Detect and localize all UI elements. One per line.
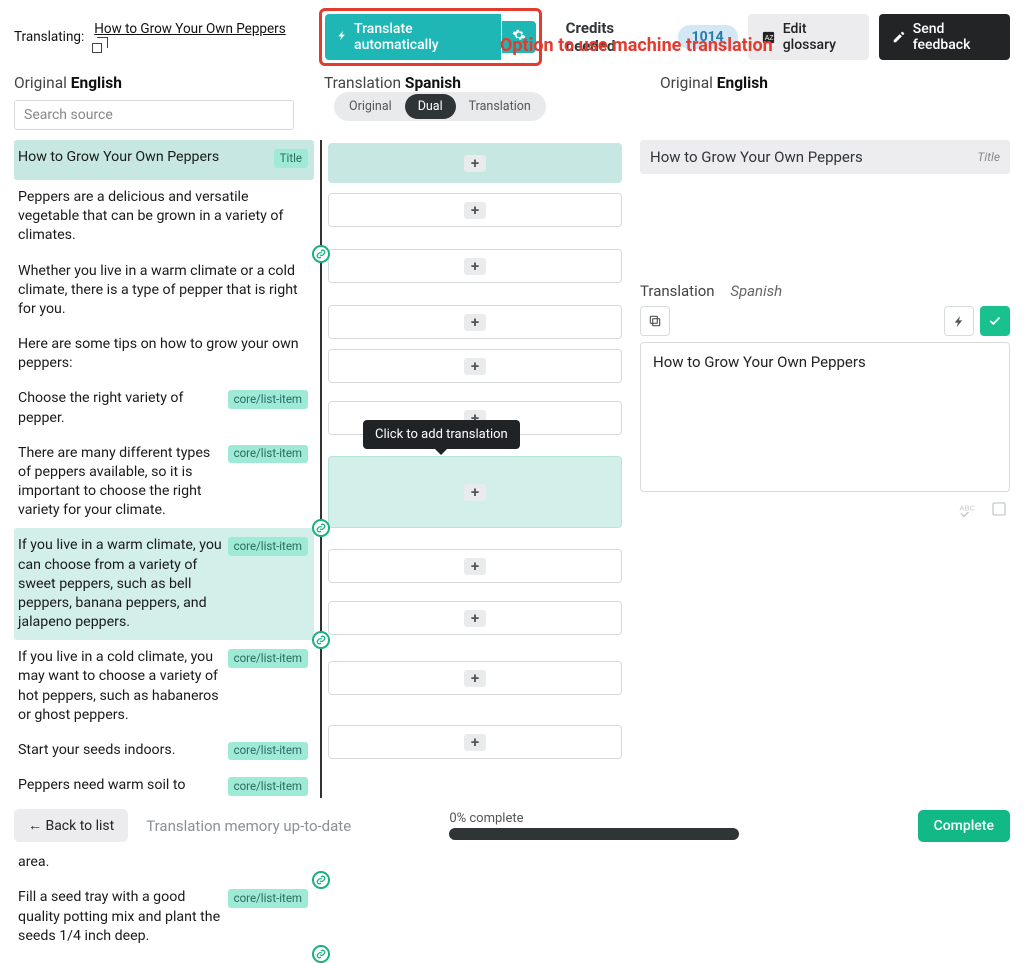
- send-feedback-button[interactable]: Send feedback: [879, 14, 1010, 60]
- segment-tag: core/list-item: [228, 742, 308, 761]
- source-segment-text: If you live in a warm climate, you can c…: [18, 536, 228, 632]
- plus-icon: +: [464, 734, 486, 751]
- segment-tag: core/list-item: [228, 445, 308, 464]
- segment-link-icon[interactable]: [312, 945, 330, 963]
- translation-target-box[interactable]: +: [328, 193, 622, 227]
- pencil-icon: [892, 30, 906, 44]
- segment-link-icon[interactable]: [312, 871, 330, 889]
- machine-translate-segment-button[interactable]: [944, 306, 974, 336]
- source-segment-text: How to Grow Your Own Peppers: [18, 148, 274, 167]
- translation-target-box[interactable]: +: [328, 249, 622, 283]
- detail-translation-language-label: Translation Spanish: [640, 282, 1010, 300]
- copy-source-button[interactable]: [640, 306, 670, 336]
- segment-tag: core/list-item: [228, 649, 308, 668]
- source-segment-text: Fill a seed tray with a good quality pot…: [18, 888, 228, 946]
- source-segment[interactable]: Start your seeds indoors.core/list-item: [14, 733, 314, 769]
- viewmode-translation[interactable]: Translation: [456, 94, 544, 119]
- expand-icon[interactable]: [988, 498, 1010, 520]
- source-segment[interactable]: There are many different types of pepper…: [14, 436, 314, 529]
- send-feedback-label: Send feedback: [913, 21, 997, 53]
- document-title-link[interactable]: How to Grow Your Own Peppers: [94, 21, 291, 53]
- view-mode-toggle: Original Dual Translation: [334, 92, 546, 121]
- plus-icon: +: [464, 610, 486, 627]
- progress-label: 0% complete: [449, 811, 739, 826]
- external-link-icon: [97, 37, 108, 48]
- translation-target-box[interactable]: +: [328, 143, 622, 183]
- translation-language-label: Translation Spanish: [324, 74, 461, 92]
- detail-original-title-box: How to Grow Your Own Peppers Title: [640, 140, 1010, 174]
- original-language-label: Original English: [14, 74, 314, 92]
- translation-target-box[interactable]: +: [328, 601, 622, 635]
- plus-icon: +: [464, 258, 486, 275]
- progress-bar: [449, 828, 739, 840]
- source-segment-text: If you live in a cold climate, you may w…: [18, 648, 228, 725]
- source-segment[interactable]: Peppers are a delicious and versatile ve…: [14, 180, 314, 254]
- translation-target-box[interactable]: +: [328, 661, 622, 695]
- segment-tag: core/list-item: [228, 537, 308, 556]
- plus-icon: +: [464, 358, 486, 375]
- plus-icon: +: [464, 484, 486, 501]
- translation-target-box[interactable]: +: [328, 456, 622, 528]
- plus-icon: +: [464, 558, 486, 575]
- bolt-icon: [337, 30, 348, 44]
- source-segment[interactable]: If you live in a warm climate, you can c…: [14, 528, 314, 640]
- source-segment[interactable]: Whether you live in a warm climate or a …: [14, 254, 314, 328]
- edit-glossary-label: Edit glossary: [783, 21, 856, 53]
- segment-tag: core/list-item: [228, 889, 308, 908]
- back-to-list-button[interactable]: ← Back to list: [14, 809, 128, 842]
- translate-automatically-button[interactable]: Translate automatically: [325, 14, 501, 60]
- search-source-input[interactable]: Search source: [14, 100, 294, 130]
- source-segment-text: Peppers are a delicious and versatile ve…: [18, 188, 308, 246]
- annotation-text: Option to use machine translation: [500, 35, 773, 56]
- segment-link-icon[interactable]: [312, 245, 330, 263]
- source-segment[interactable]: How to Grow Your Own PeppersTitle: [14, 140, 314, 180]
- detail-original-text: How to Grow Your Own Peppers: [650, 148, 863, 166]
- segment-tag: core/list-item: [228, 390, 308, 409]
- source-segment-text: There are many different types of pepper…: [18, 444, 228, 521]
- viewmode-dual[interactable]: Dual: [405, 94, 456, 119]
- translation-edit-textarea[interactable]: How to Grow Your Own Peppers: [640, 342, 1010, 492]
- progress-indicator: 0% complete: [449, 811, 739, 840]
- confirm-segment-button[interactable]: [980, 306, 1010, 336]
- source-segment-text: Choose the right variety of pepper.: [18, 389, 228, 427]
- translation-target-box[interactable]: +: [328, 305, 622, 339]
- plus-icon: +: [464, 202, 486, 219]
- source-segment[interactable]: If you live in a cold climate, you may w…: [14, 640, 314, 733]
- translation-target-box[interactable]: +: [328, 549, 622, 583]
- source-segment[interactable]: Fill a seed tray with a good quality pot…: [14, 880, 314, 954]
- translation-target-box[interactable]: +: [328, 349, 622, 383]
- translation-memory-status: Translation memory up-to-date: [146, 817, 351, 835]
- detail-original-language-label: Original English: [660, 74, 1010, 92]
- plus-icon: +: [464, 314, 486, 331]
- segment-tag: core/list-item: [228, 777, 308, 796]
- translating-label: Translating:: [14, 29, 84, 45]
- source-segment[interactable]: Choose the right variety of pepper.core/…: [14, 381, 314, 435]
- source-segment-text: Start your seeds indoors.: [18, 741, 228, 760]
- plus-icon: +: [464, 155, 486, 172]
- svg-text:ABC: ABC: [960, 504, 976, 513]
- source-segment-text: Here are some tips on how to grow your o…: [18, 335, 308, 373]
- add-translation-tooltip: Click to add translation: [363, 420, 520, 449]
- translation-target-box[interactable]: +: [328, 725, 622, 759]
- detail-title-tag: Title: [977, 150, 1000, 164]
- translate-automatically-label: Translate automatically: [354, 21, 489, 53]
- viewmode-original[interactable]: Original: [336, 94, 405, 119]
- spellcheck-icon[interactable]: ABC: [956, 498, 978, 520]
- source-segment[interactable]: Here are some tips on how to grow your o…: [14, 327, 314, 381]
- source-segment-text: Whether you live in a warm climate or a …: [18, 262, 308, 320]
- document-title-text: How to Grow Your Own Peppers: [94, 21, 285, 37]
- plus-icon: +: [464, 670, 486, 687]
- segment-tag: Title: [274, 149, 308, 168]
- complete-button[interactable]: Complete: [918, 810, 1010, 842]
